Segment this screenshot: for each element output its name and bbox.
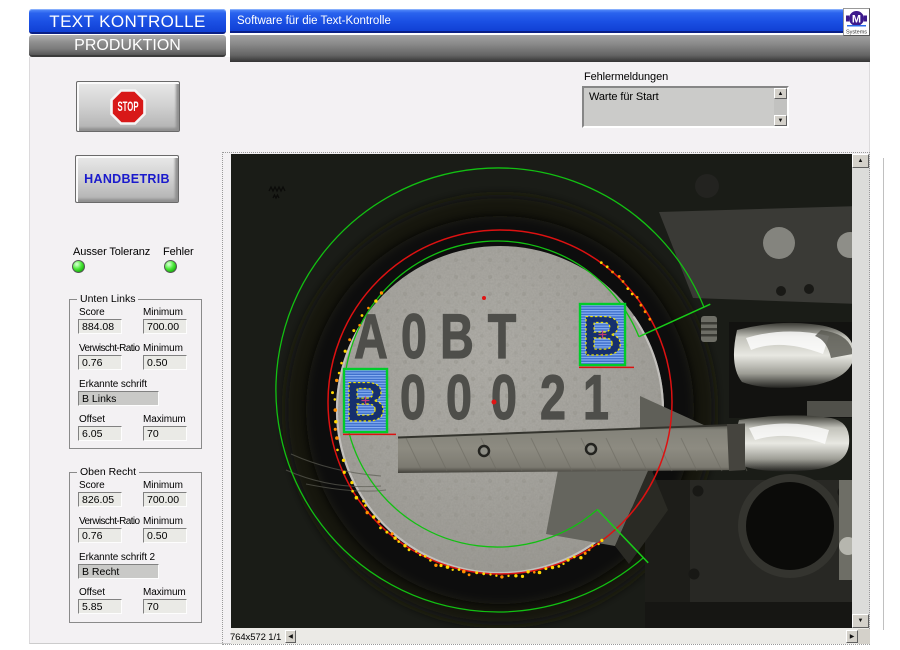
svg-text:0: 0 [491, 362, 517, 432]
svg-text:0: 0 [400, 362, 426, 432]
svg-text:1: 1 [583, 362, 609, 432]
svg-text:Systems: Systems [846, 30, 867, 36]
svg-text:2: 2 [540, 362, 566, 432]
svg-text:T: T [488, 301, 517, 371]
svg-text:M: M [852, 14, 861, 26]
svg-text:STOP: STOP [118, 98, 139, 114]
svg-text:0: 0 [446, 362, 472, 432]
svg-text:0: 0 [401, 301, 427, 371]
svg-text:B: B [440, 301, 474, 371]
svg-text:A: A [354, 301, 388, 371]
